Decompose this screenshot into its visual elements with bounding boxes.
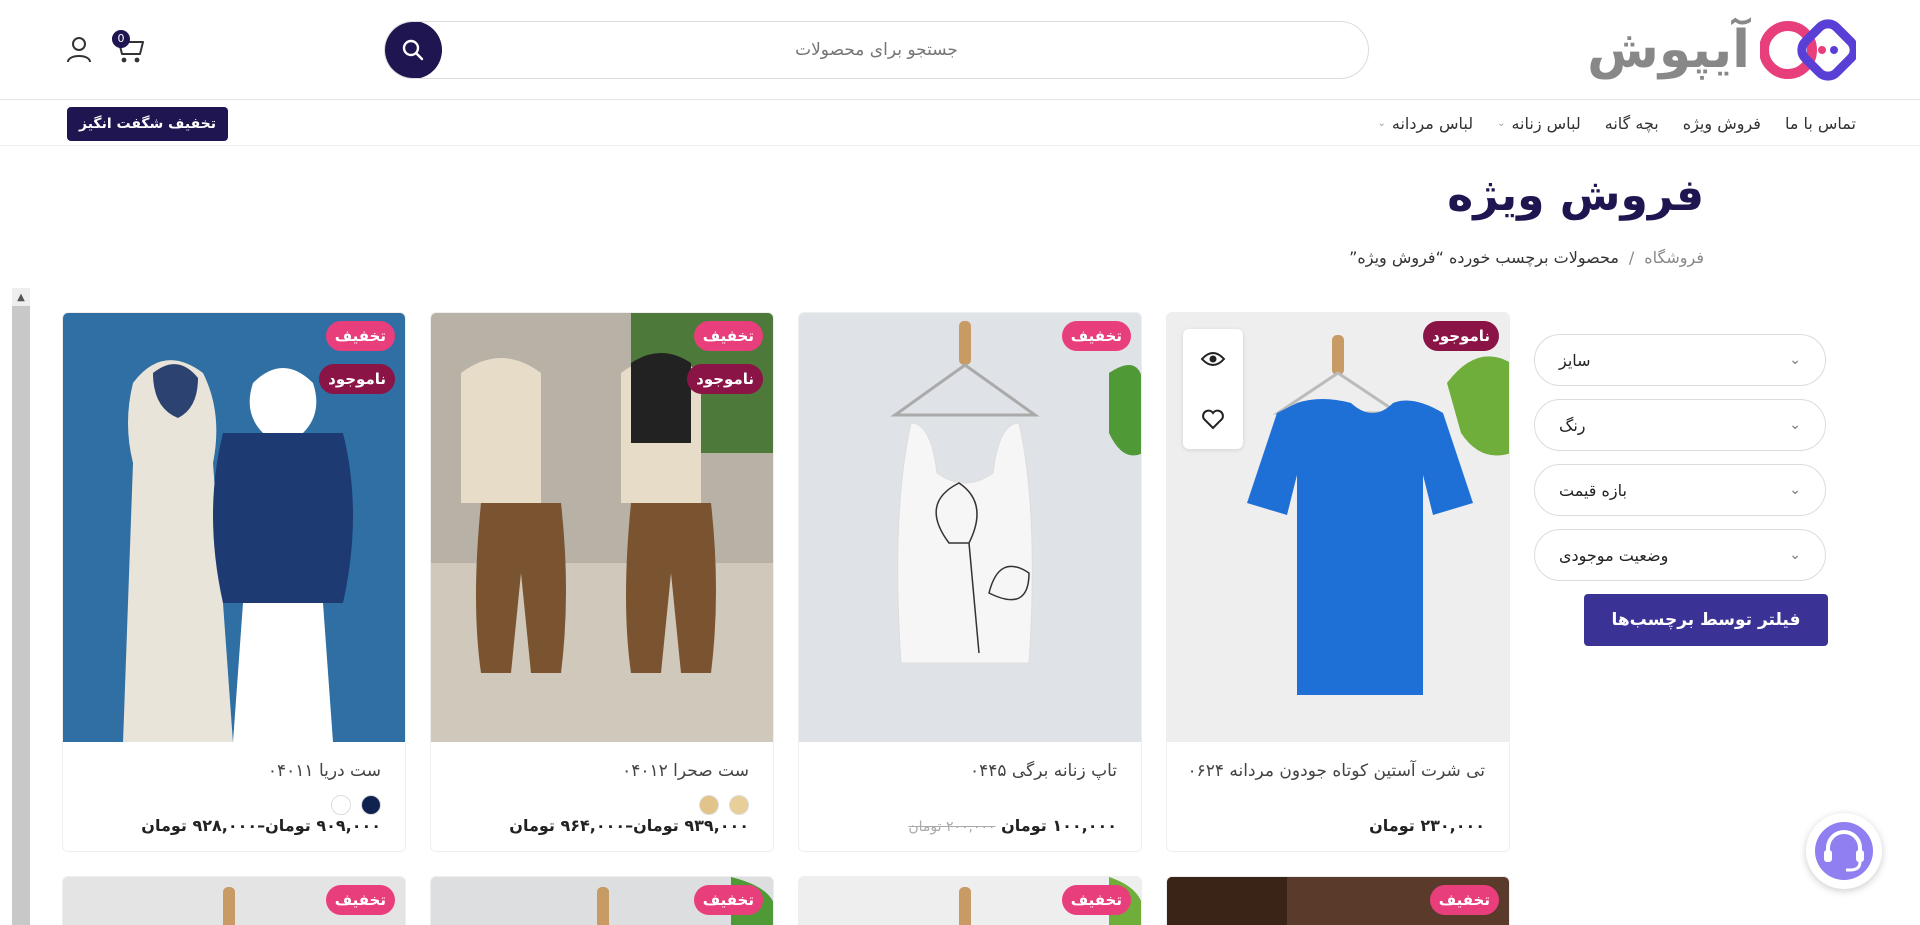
filter-label: وضعیت موجودی [1559, 545, 1669, 565]
price-current: ۱۰۰,۰۰۰ تومان [1001, 816, 1117, 835]
product-card[interactable]: تخفیف [798, 876, 1142, 925]
nav-item-kids[interactable]: بچه گانه [1605, 114, 1659, 133]
filter-label: سایز [1559, 350, 1591, 370]
discount-badge: تخفیف [1061, 321, 1131, 351]
nav-item-label: فروش ویژه [1682, 114, 1761, 133]
product-name[interactable]: ست صحرا ۰۴۰۱۲ [622, 761, 749, 781]
product-price: ۲۳۰,۰۰۰ تومان [1369, 816, 1485, 835]
filter-color[interactable]: رنگ ⌄ [1534, 399, 1826, 451]
discount-badge: تخفیف [325, 885, 395, 915]
main-nav: لباس مردانه ⌄ لباس زنانه ⌄ بچه گانه فروش… [0, 101, 1920, 146]
nav-item-label: تماس با ما [1784, 114, 1856, 133]
price-current: ۲۳۰,۰۰۰ تومان [1369, 816, 1485, 835]
product-price: ۱۰۰,۰۰۰ تومان ۲۰۰,۰۰۰ تومان [902, 816, 1117, 835]
page-title: فروش ویژه [1447, 170, 1704, 221]
quick-actions [1183, 329, 1243, 449]
breadcrumb-separator: / [1628, 248, 1635, 267]
product-card[interactable]: تخفیف تاپ زنانه برگی ۰۴۴۵ ۱۰۰,۰۰۰ تومان … [798, 312, 1142, 852]
chevron-down-icon: ⌄ [1377, 118, 1386, 129]
color-swatches [331, 795, 381, 815]
discount-badge: تخفیف [1061, 885, 1131, 915]
product-card[interactable]: تخفیف [62, 876, 406, 925]
out-of-stock-badge: ناموجود [687, 364, 763, 394]
eye-icon[interactable] [1200, 346, 1226, 372]
color-swatch[interactable] [699, 795, 719, 815]
filter-price-range[interactable]: بازه قیمت ⌄ [1534, 464, 1826, 516]
chevron-down-icon: ⌄ [1789, 417, 1801, 433]
product-card[interactable]: ناموجود تی شرت آستین کوتاه جودون مردانه … [1166, 312, 1510, 852]
price-current: ۹۰۹,۰۰۰ تومان–۹۲۸,۰۰۰ تومان [141, 816, 381, 835]
chevron-down-icon: ⌄ [1789, 547, 1801, 563]
filter-by-tags-button[interactable]: فیلتر توسط برچسب‌ها [1584, 594, 1828, 646]
discount-badge: تخفیف [693, 885, 763, 915]
search-button[interactable] [385, 22, 442, 78]
chevron-down-icon: ⌄ [1789, 352, 1801, 368]
price-old: ۲۰۰,۰۰۰ تومان [908, 819, 996, 835]
discount-badge: تخفیف [1429, 885, 1499, 915]
product-card[interactable]: تخفیف ناموجود ست صحرا ۰۴۰۱۲ ۹۳۹,۰۰۰ توما… [430, 312, 774, 852]
breadcrumb: فروشگاه / محصولات برچسب خورده “فروش ویژه… [1349, 248, 1704, 267]
amazing-discount-button[interactable]: تخفیف شگفت انگیز [67, 107, 228, 141]
nav-item-label: لباس مردانه [1391, 114, 1474, 133]
filter-stock-status[interactable]: وضعیت موجودی ⌄ [1534, 529, 1826, 581]
price-current: ۹۳۹,۰۰۰ تومان–۹۶۴,۰۰۰ تومان [509, 816, 749, 835]
color-swatch[interactable] [729, 795, 749, 815]
discount-badge: تخفیف [693, 321, 763, 351]
support-chat-button[interactable] [1806, 813, 1882, 889]
nav-item-mens[interactable]: لباس مردانه ⌄ [1377, 114, 1473, 133]
nav-item-label: لباس زنانه [1511, 114, 1581, 133]
user-icon [67, 37, 91, 63]
product-price: ۹۳۹,۰۰۰ تومان–۹۶۴,۰۰۰ تومان [509, 816, 749, 835]
product-name[interactable]: تاپ زنانه برگی ۰۴۴۵ [970, 761, 1117, 781]
color-swatch[interactable] [331, 795, 351, 815]
search-input[interactable] [385, 22, 1368, 78]
discount-badge: تخفیف [325, 321, 395, 351]
out-of-stock-badge: ناموجود [1423, 321, 1499, 351]
product-card[interactable]: تخفیف ناموجود ست دریا ۰۴۰۱۱ ۹۰۹,۰۰۰ توما… [62, 312, 406, 852]
account-button[interactable] [64, 34, 94, 64]
headset-icon [1815, 822, 1873, 880]
filter-sidebar: سایز ⌄ رنگ ⌄ بازه قیمت ⌄ وضعیت موجودی ⌄ … [1534, 334, 1828, 646]
search-bar [384, 21, 1369, 79]
color-swatches [699, 795, 749, 815]
logo-mark-icon [1759, 18, 1859, 82]
nav-item-womens[interactable]: لباس زنانه ⌄ [1497, 114, 1581, 133]
filter-size[interactable]: سایز ⌄ [1534, 334, 1826, 386]
product-image[interactable] [799, 313, 1142, 742]
nav-menu: لباس مردانه ⌄ لباس زنانه ⌄ بچه گانه فروش… [1377, 101, 1856, 146]
product-name[interactable]: ست دریا ۰۴۰۱۱ [268, 761, 381, 781]
filter-label: رنگ [1559, 415, 1586, 435]
breadcrumb-home-link[interactable]: فروشگاه [1644, 248, 1704, 267]
cart-count-badge: 0 [112, 30, 130, 48]
product-name[interactable]: تی شرت آستین کوتاه جودون مردانه ۰۶۲۴ [1187, 761, 1485, 781]
scroll-up-arrow-icon[interactable]: ▲ [12, 288, 30, 306]
brand-name: آیپوش [1587, 20, 1750, 80]
site-header: آیپوش 0 [0, 0, 1920, 100]
color-swatch[interactable] [361, 795, 381, 815]
chevron-down-icon: ⌄ [1789, 482, 1801, 498]
product-card[interactable]: تخفیف [1166, 876, 1510, 925]
out-of-stock-badge: ناموجود [319, 364, 395, 394]
heart-icon[interactable] [1200, 406, 1226, 432]
product-price: ۹۰۹,۰۰۰ تومان–۹۲۸,۰۰۰ تومان [141, 816, 381, 835]
nav-item-label: بچه گانه [1604, 114, 1659, 133]
breadcrumb-current: محصولات برچسب خورده “فروش ویژه” [1349, 248, 1619, 267]
nav-item-contact[interactable]: تماس با ما [1785, 114, 1856, 133]
search-icon [402, 39, 424, 61]
side-scrollbar[interactable] [12, 288, 30, 925]
nav-item-special-sale[interactable]: فروش ویژه [1683, 114, 1761, 133]
chevron-down-icon: ⌄ [1497, 118, 1506, 129]
site-logo[interactable]: آیپوش [1587, 10, 1859, 90]
filter-label: بازه قیمت [1559, 480, 1627, 500]
product-card[interactable]: تخفیف [430, 876, 774, 925]
